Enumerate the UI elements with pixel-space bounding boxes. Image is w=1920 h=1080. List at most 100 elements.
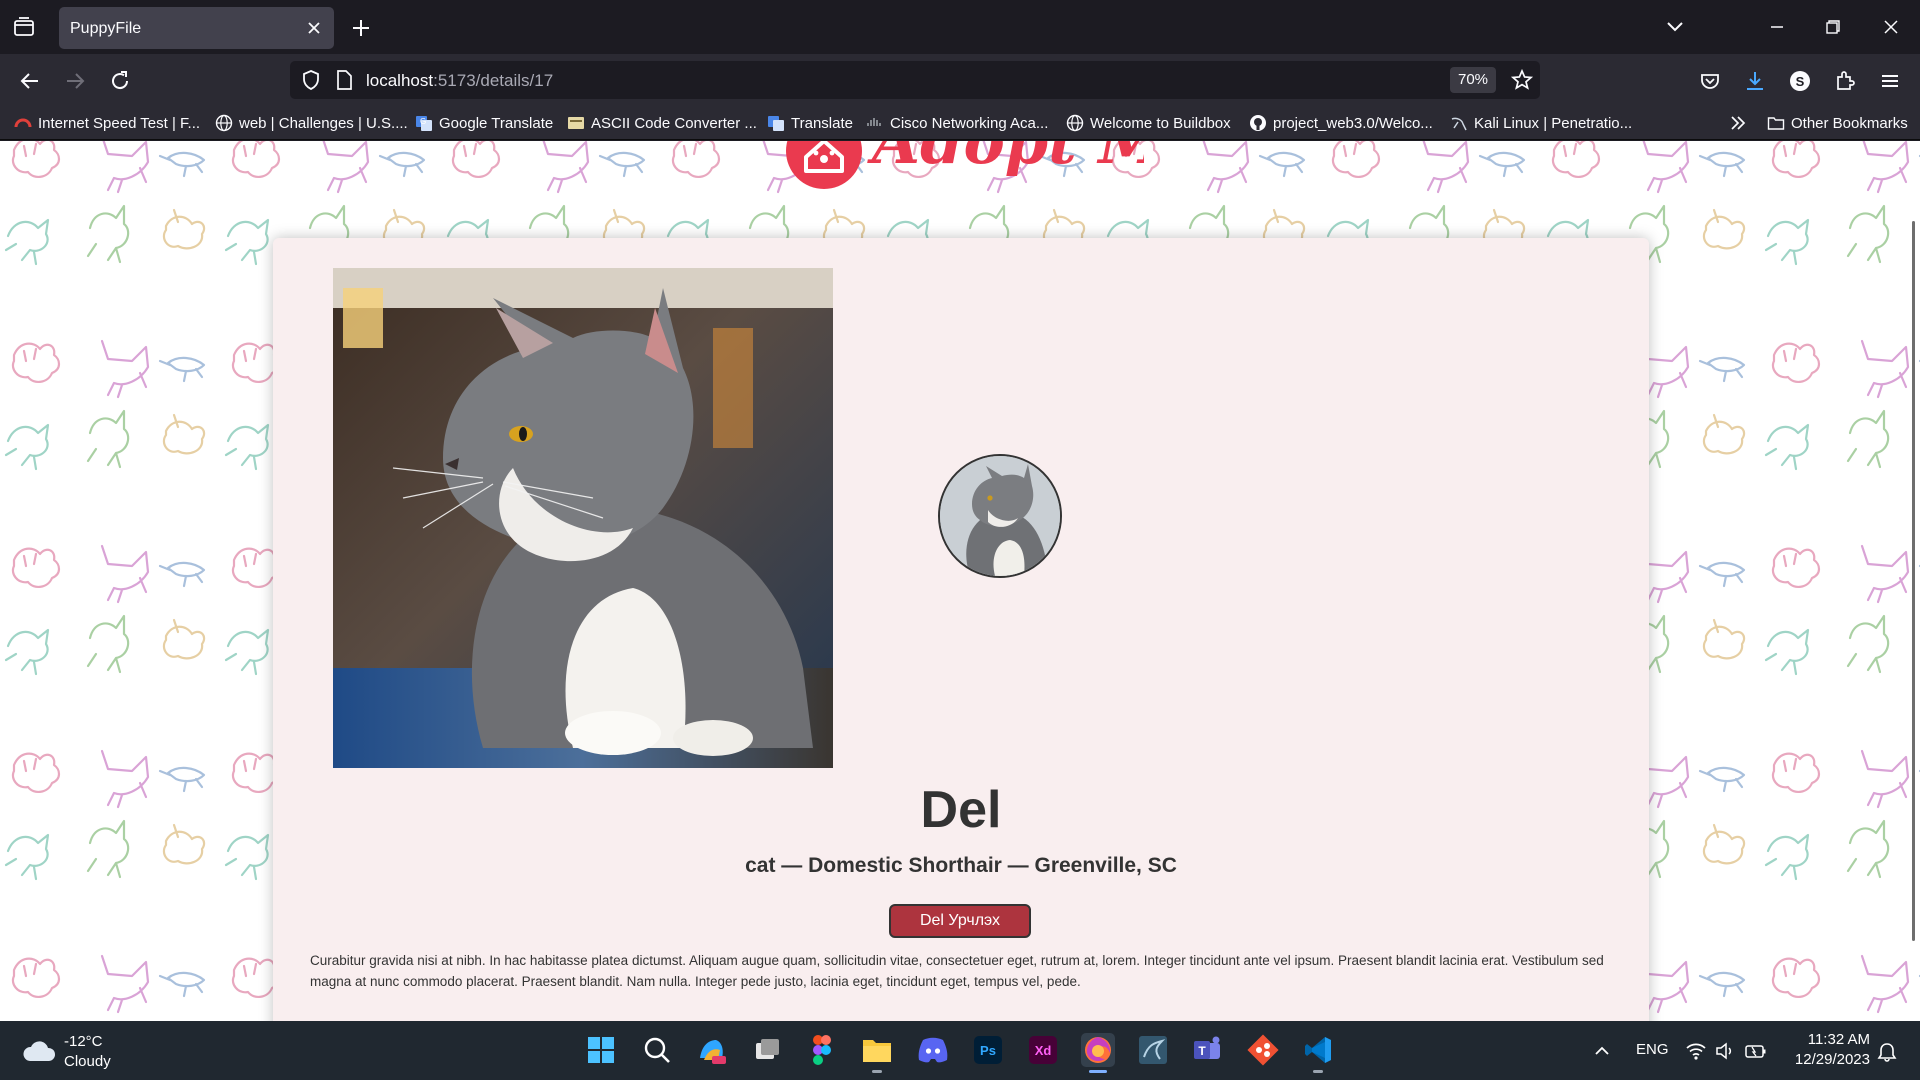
cisco-icon [866, 114, 884, 132]
page-scrollbar[interactable] [1912, 221, 1915, 941]
web-content: Adopt Me! [0, 141, 1920, 1021]
windows-start-icon[interactable] [584, 1033, 618, 1067]
clock-time[interactable]: 11:32 AM [1786, 1031, 1870, 1048]
git-icon[interactable] [1246, 1033, 1280, 1067]
forward-arrow-icon[interactable] [62, 68, 88, 94]
bookmark-star-icon[interactable] [1510, 68, 1534, 97]
svg-text:T: T [1198, 1044, 1206, 1058]
page-icon[interactable] [334, 69, 354, 96]
tab-list-icon[interactable] [12, 16, 36, 38]
close-window-icon[interactable] [1878, 14, 1904, 40]
pet-name-heading: Del [920, 781, 1002, 839]
bookmark-item[interactable]: project_web3.0/Welco... [1249, 113, 1433, 133]
svg-text:Xd: Xd [1035, 1043, 1052, 1058]
clock-date[interactable]: 12/29/2023 [1786, 1051, 1870, 1068]
pet-details-card: Del cat — Domestic Shorthair — Greenvill… [273, 238, 1649, 1021]
bookmark-label: Cisco Networking Aca... [890, 114, 1049, 132]
pet-description: Curabitur gravida nisi at nibh. In hac h… [310, 953, 1604, 989]
logo-text: Adopt Me! [867, 141, 1144, 178]
extensions-icon[interactable] [1832, 68, 1858, 94]
other-bookmarks-folder[interactable]: Other Bookmarks [1767, 113, 1908, 133]
file-explorer-icon[interactable] [860, 1033, 894, 1073]
active-indicator [1089, 1070, 1107, 1073]
bookmark-item[interactable]: web | Challenges | U.S.... [215, 113, 408, 133]
svg-text:Ps: Ps [980, 1043, 996, 1058]
chevron-up-icon[interactable] [1592, 1041, 1612, 1066]
bookmark-label: Google Translate [439, 114, 554, 132]
discord-icon[interactable] [916, 1033, 950, 1067]
figma-icon[interactable] [805, 1033, 839, 1067]
weather-widget[interactable]: -12°C Cloudy [22, 1033, 162, 1073]
download-icon[interactable] [1742, 68, 1768, 94]
folder-icon [1767, 114, 1785, 132]
bookmark-item[interactable]: Internet Speed Test | F... [14, 113, 200, 133]
adopt-me-logo[interactable]: Adopt Me! [784, 141, 1234, 191]
language-indicator[interactable]: ENG [1636, 1041, 1669, 1058]
adopt-button[interactable]: Del Урчлэх [889, 904, 1031, 938]
pet-main-photo[interactable] [333, 268, 833, 768]
other-bookmarks-label: Other Bookmarks [1791, 114, 1908, 132]
shield-icon[interactable] [299, 68, 323, 97]
converter-icon [567, 114, 585, 132]
pocket-icon[interactable] [1697, 68, 1723, 94]
bookmark-label: ASCII Code Converter ... [591, 114, 757, 132]
url-text[interactable]: localhost:5173/details/17 [366, 71, 553, 91]
menu-hamburger-icon[interactable] [1877, 68, 1903, 94]
adobe-xd-icon[interactable]: Xd [1026, 1033, 1060, 1067]
copilot-icon[interactable] [695, 1033, 729, 1067]
battery-icon[interactable] [1744, 1041, 1768, 1066]
bookmark-label: project_web3.0/Welco... [1273, 114, 1433, 132]
url-path: :5173/details/17 [433, 71, 554, 90]
windows-taskbar: -12°C Cloudy Ps Xd T ENG 11:32 AM 12/29/… [0, 1021, 1920, 1080]
back-arrow-icon[interactable] [17, 68, 43, 94]
bookmarks-toolbar: Internet Speed Test | F... web | Challen… [0, 106, 1920, 140]
task-view-icon[interactable] [750, 1033, 784, 1067]
bookmark-item[interactable]: ASCII Code Converter ... [567, 113, 757, 133]
speedometer-icon [14, 114, 32, 132]
pet-info-subtitle: cat — Domestic Shorthair — Greenville, S… [745, 854, 1177, 877]
zoom-level-button[interactable]: 70% [1450, 67, 1496, 93]
weather-temperature: -12°C [64, 1033, 103, 1050]
bookmark-label: Welcome to Buildbox [1090, 114, 1231, 132]
bookmark-item[interactable]: Cisco Networking Aca... [866, 113, 1048, 133]
chevron-down-icon[interactable] [1662, 14, 1688, 40]
tab-strip: PuppyFile [0, 0, 1920, 54]
bookmark-item[interactable]: G Google Translate [415, 113, 553, 133]
account-avatar-icon[interactable]: S [1787, 68, 1813, 94]
more-bookmarks-chevron-icon[interactable] [1728, 113, 1748, 133]
volume-icon[interactable] [1714, 1041, 1736, 1066]
bookmark-label: Internet Speed Test | F... [38, 114, 201, 132]
running-indicator [872, 1070, 882, 1073]
bookmark-item[interactable]: Translate [767, 113, 853, 133]
wifi-icon[interactable] [1685, 1041, 1707, 1066]
bookmark-label: Translate [791, 114, 853, 132]
url-host: localhost [366, 71, 434, 90]
bookmark-item[interactable]: Welcome to Buildbox [1066, 113, 1231, 133]
browser-tab[interactable]: PuppyFile [59, 7, 334, 49]
github-icon [1249, 114, 1267, 132]
globe-icon [215, 114, 233, 132]
address-bar[interactable]: localhost:5173/details/17 70% [290, 61, 1540, 99]
weather-condition: Cloudy [64, 1053, 111, 1070]
restore-icon[interactable] [1820, 14, 1846, 40]
reload-icon[interactable] [107, 68, 133, 94]
bookmark-item[interactable]: Kali Linux | Penetratio... [1450, 113, 1632, 133]
firefox-icon[interactable] [1081, 1033, 1115, 1073]
translate-icon: G [415, 114, 433, 132]
navigation-toolbar: localhost:5173/details/17 70% S [0, 54, 1920, 106]
vscode-icon[interactable] [1301, 1033, 1335, 1073]
cloud-icon [22, 1039, 56, 1068]
translate-icon [767, 114, 785, 132]
close-tab-icon[interactable] [304, 18, 324, 38]
teams-icon[interactable]: T [1191, 1033, 1225, 1067]
minimize-icon[interactable] [1764, 14, 1790, 40]
new-tab-icon[interactable] [349, 16, 373, 40]
mysql-workbench-icon[interactable] [1136, 1033, 1170, 1067]
photoshop-icon[interactable]: Ps [971, 1033, 1005, 1067]
bookmark-label: Kali Linux | Penetratio... [1474, 114, 1633, 132]
pet-thumbnail[interactable] [938, 454, 1062, 578]
notifications-icon[interactable] [1876, 1041, 1898, 1068]
tab-title: PuppyFile [70, 20, 142, 37]
kali-icon [1450, 114, 1468, 132]
search-icon[interactable] [640, 1033, 674, 1067]
